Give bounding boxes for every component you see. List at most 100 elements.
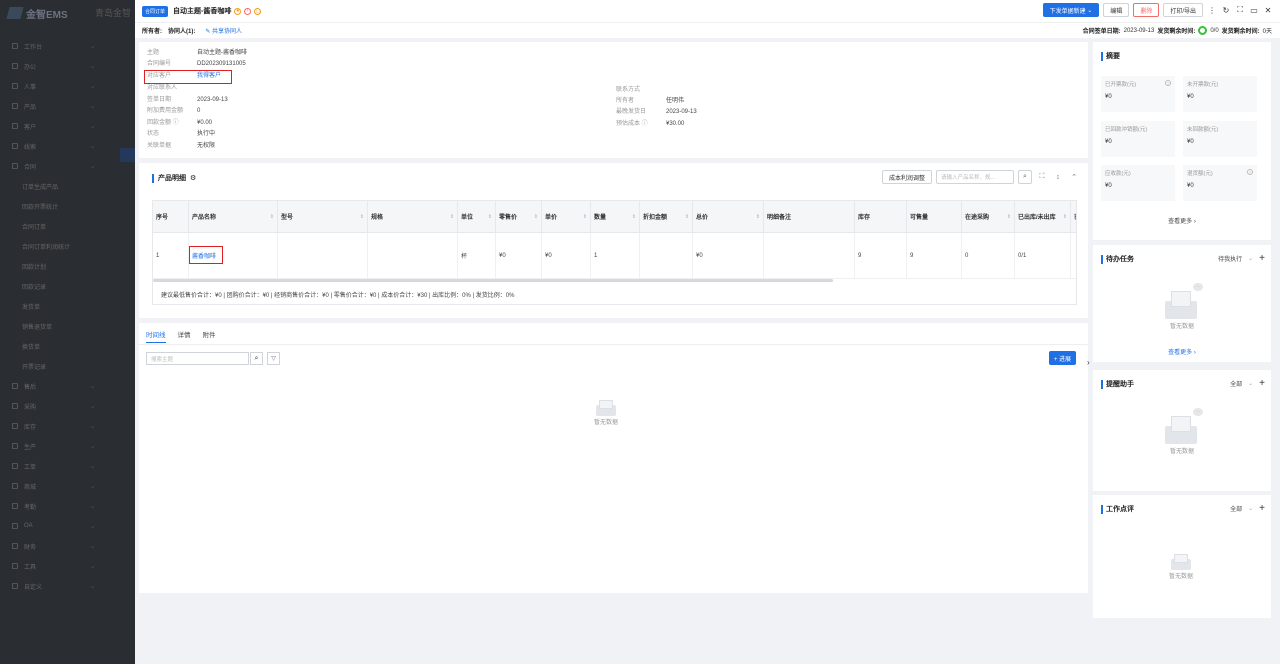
column-header[interactable]: 产品名称 ⇕ xyxy=(189,201,278,233)
info-label: 回款金额 ⓘ xyxy=(147,120,179,126)
column-header[interactable]: 规格 ⇕ xyxy=(368,201,458,233)
reminder-filter-select[interactable]: 全部 xyxy=(1230,379,1242,388)
minimize-icon[interactable]: ▭ xyxy=(1249,3,1259,17)
print-export-button[interactable]: 打印/导出 xyxy=(1163,3,1203,17)
timeline-tab[interactable]: 详情 xyxy=(178,329,191,343)
metric-card: 已开票款(元) ¥0? xyxy=(1101,76,1175,112)
delete-button[interactable]: 删除 xyxy=(1133,3,1160,17)
add-review-icon[interactable]: + xyxy=(1259,503,1265,514)
column-header-label: 已出库/未出库 xyxy=(1018,215,1056,221)
background-menu-label: 合同订单利润统计 xyxy=(22,244,71,251)
column-header[interactable]: 型号 ⇕ xyxy=(278,201,368,233)
metric-card: 已回款冲销额(元) ¥0 xyxy=(1101,121,1175,157)
sort-icon[interactable]: ⇕ xyxy=(685,214,689,220)
settings-icon[interactable]: ⚙ xyxy=(190,174,196,182)
filter-icon[interactable]: ▽ xyxy=(267,352,280,365)
owner-label: 所有者: xyxy=(142,29,162,35)
column-header[interactable]: 零售价 ⇕ xyxy=(496,201,542,233)
new-order-dropdown-button[interactable]: 下发单据新建 ⌄ xyxy=(1042,3,1100,17)
chevron-down-icon: ⌄ xyxy=(89,63,95,70)
column-header[interactable]: 总价 ⇕ xyxy=(693,201,764,233)
sort-icon[interactable]: ⇕ xyxy=(360,214,364,220)
column-header[interactable]: 数量 ⇕ xyxy=(591,201,640,233)
column-header[interactable]: 单位 ⇕ xyxy=(458,201,496,233)
info-value: 0 xyxy=(197,108,201,114)
product-title-text: 产品明细 xyxy=(158,175,186,182)
timeline-tab[interactable]: 时间线 xyxy=(146,329,166,343)
timeline-tab[interactable]: 附件 xyxy=(203,329,216,343)
background-menu-label: 工作台 xyxy=(24,44,43,51)
horizontal-scrollbar[interactable] xyxy=(153,279,833,282)
more-icon[interactable]: ⋮ xyxy=(1207,3,1217,17)
info-label: 合同编号 xyxy=(147,61,172,67)
summary-more-link[interactable]: 查看更多 › xyxy=(1093,216,1271,225)
edit-button[interactable]: 编辑 xyxy=(1103,3,1130,17)
sort-icon[interactable]: ⇕ xyxy=(583,214,587,220)
add-progress-button[interactable]: + 进展 xyxy=(1048,351,1076,365)
sort-icon[interactable]: ⇕ xyxy=(1007,214,1011,220)
todo-filter-select[interactable]: 待我执行 xyxy=(1218,254,1242,263)
close-icon[interactable]: ✕ xyxy=(1263,3,1273,17)
background-menu-item: 采购 ⌄ xyxy=(0,396,135,416)
collapse-side-icon[interactable]: › xyxy=(1087,358,1090,367)
progress-ring-icon xyxy=(1198,26,1208,35)
sort-icon[interactable]: ⇕ xyxy=(534,214,538,220)
background-menu-item: 线索 ⌄ xyxy=(0,136,135,156)
help-icon[interactable]: ? xyxy=(1165,80,1171,86)
refresh-icon[interactable]: ↻ xyxy=(1221,3,1231,17)
column-header[interactable]: 已出库/未出库 ⇕ xyxy=(1015,201,1071,233)
column-header-label: 单价 xyxy=(545,215,558,221)
lock-icon[interactable]: ▢ xyxy=(254,7,262,15)
background-menu-label: 工单 xyxy=(24,464,37,471)
todo-more-link[interactable]: 查看更多 › xyxy=(1093,347,1271,356)
info-icon[interactable]: ! xyxy=(244,7,252,15)
column-height-icon[interactable]: ↕ xyxy=(1052,170,1064,184)
background-menu-item: 售后 ⌄ xyxy=(0,376,135,396)
review-filter-select[interactable]: 全部 xyxy=(1230,504,1242,513)
sort-icon[interactable]: ⇕ xyxy=(270,214,274,220)
background-menu-label: 发货单 xyxy=(22,304,41,311)
timeline-search-input[interactable]: 搜索主题 xyxy=(146,352,249,365)
background-menu-item: 合同 ⌄ xyxy=(0,156,135,176)
menu-item-icon xyxy=(12,443,18,449)
background-sidebar: 金智EMS 工作台 ⌄ 办公 ⌄ 人事 ⌄ 产品 ⌄ 客户 ⌄ 线索 ⌄ 合同 ⌄ 订单生成产品 回款开票统计… xyxy=(0,0,135,664)
fullscreen-icon[interactable]: ⛶ xyxy=(1036,170,1048,184)
info-label: 预估成本 ⓘ xyxy=(616,121,648,127)
sort-icon[interactable]: ⇕ xyxy=(632,214,636,220)
background-menu-item: 订单生成产品 xyxy=(0,176,135,196)
search-icon[interactable]: ⌕ xyxy=(1018,170,1032,184)
expand-icon[interactable]: ⛶ xyxy=(1235,3,1245,17)
info-row-6: 回款金额 ⓘ ¥0.00 xyxy=(147,118,212,128)
sort-icon[interactable]: ⇕ xyxy=(1063,214,1067,220)
add-todo-icon[interactable]: + xyxy=(1259,253,1265,264)
background-menu-item: 工单 ⌄ xyxy=(0,456,135,476)
search-icon[interactable]: ⌕ xyxy=(250,352,263,365)
column-header[interactable]: 单价 ⇕ xyxy=(542,201,591,233)
column-header[interactable]: 折扣金额 ⇕ xyxy=(640,201,693,233)
chevron-down-icon[interactable]: ⌄ xyxy=(1248,380,1253,387)
background-menu-item: 人事 ⌄ xyxy=(0,76,135,96)
sort-icon[interactable]: ⇕ xyxy=(450,214,454,220)
background-menu-label: 生产 xyxy=(24,444,37,451)
sort-icon[interactable]: ⇕ xyxy=(488,214,492,220)
info-right-row-1: 所有者 任明伟 xyxy=(616,96,684,106)
star-icon[interactable]: ★ xyxy=(234,7,242,15)
sort-icon[interactable]: ⇕ xyxy=(756,214,760,220)
collapse-up-icon[interactable]: ⌃ xyxy=(1068,170,1080,184)
info-row-1: 合同编号 DD202309131005 xyxy=(147,59,246,69)
add-reminder-icon[interactable]: + xyxy=(1259,378,1265,389)
customer-link[interactable]: 我得客户 xyxy=(197,71,221,81)
metric-label: 应收款(元) xyxy=(1105,171,1131,177)
table-cell: ¥0 xyxy=(496,233,542,279)
chevron-down-icon[interactable]: ⌄ xyxy=(1248,505,1253,512)
help-icon[interactable]: ? xyxy=(1247,169,1253,175)
product-search-input[interactable]: 请输入产品名称、规... xyxy=(936,170,1014,184)
cost-profit-adjust-button[interactable]: 成本利润调整 xyxy=(881,170,932,184)
info-label: 对应联系人 xyxy=(147,85,178,91)
share-collaborator-link[interactable]: ✎ 共享协同人 xyxy=(205,26,242,35)
column-header[interactable]: 在途采购 ⇕ xyxy=(962,201,1015,233)
chevron-down-icon[interactable]: ⌄ xyxy=(1248,255,1253,262)
info-label: 最晚发货日 xyxy=(616,109,647,115)
menu-item-icon xyxy=(12,523,18,529)
metric-value: ¥0 xyxy=(1187,94,1194,100)
